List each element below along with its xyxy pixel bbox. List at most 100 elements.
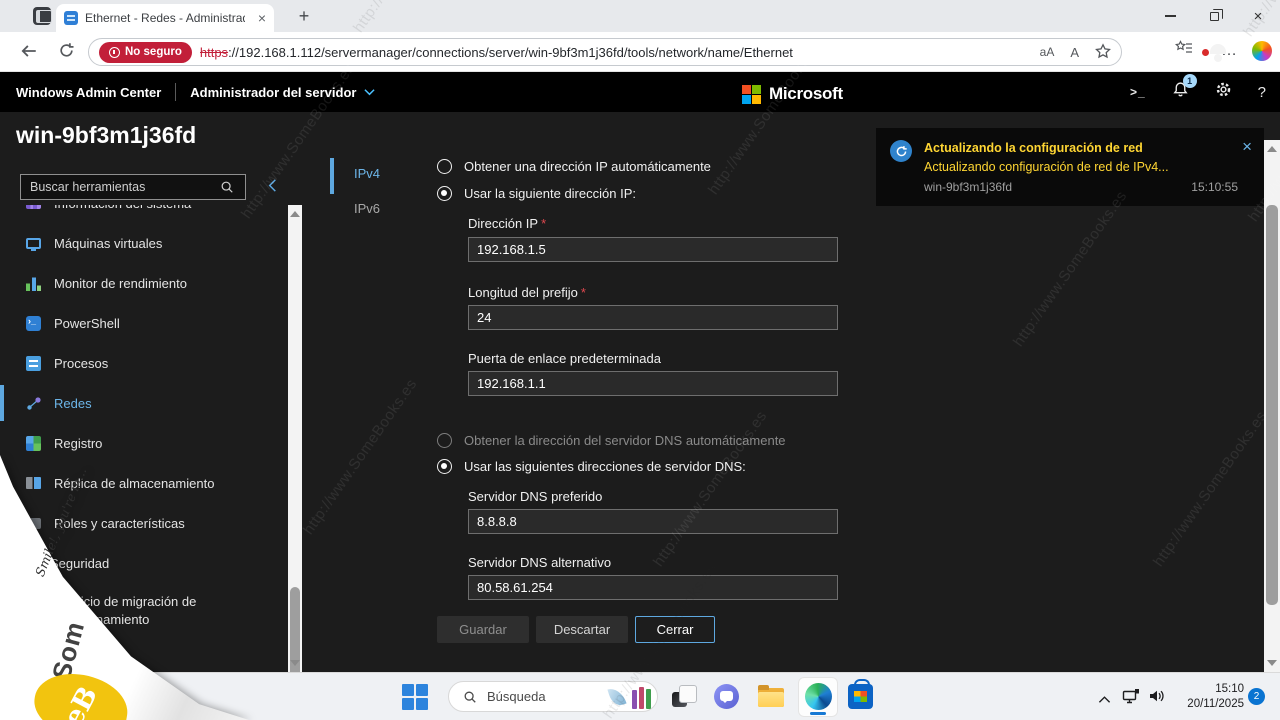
favorites-bar-icon[interactable] [1174, 40, 1193, 61]
content-scrollbar[interactable] [1264, 140, 1280, 672]
system-info-icon [26, 205, 41, 209]
help-icon[interactable]: ? [1258, 84, 1266, 101]
sidebar-item-registro[interactable]: Registro [0, 423, 288, 463]
sidebar-item-powershell[interactable]: PowerShell [0, 303, 288, 343]
url-text: https://192.168.1.112/servermanager/conn… [200, 45, 793, 60]
tab-ipv6[interactable]: IPv6 [354, 201, 380, 216]
sidebar-item-label: Seguridad [50, 555, 110, 571]
tab-close-icon[interactable]: × [258, 11, 266, 25]
url-rest: ://192.168.1.112/servermanager/connectio… [228, 44, 793, 60]
security-shield-icon [26, 556, 37, 570]
server-hostname: win-9bf3m1j36fd [16, 122, 197, 148]
back-button[interactable] [20, 42, 38, 65]
sidebar-item-roles-y-caracteristicas[interactable]: Roles y características [0, 503, 288, 543]
radio-dns-manual[interactable]: Usar las siguientes direcciones de servi… [437, 459, 746, 474]
wac-brand[interactable]: Windows Admin Center [16, 85, 161, 100]
sidebar-scrollbar[interactable] [288, 205, 302, 720]
radio-icon-disabled[interactable] [437, 433, 452, 448]
microsoft-store-button[interactable] [848, 679, 873, 709]
favorite-star-icon[interactable] [1095, 42, 1111, 62]
radio-dns-auto[interactable]: Obtener la dirección del servidor DNS au… [437, 433, 786, 448]
solution-menu[interactable]: Administrador del servidor [190, 84, 376, 100]
minimize-button[interactable] [1148, 0, 1192, 32]
sidebar-item-informacion-del-sistema[interactable]: Información del sistema [0, 205, 288, 223]
sidebar-item-seguridad[interactable]: Seguridad [0, 543, 288, 583]
header-divider [175, 83, 177, 101]
sidebar-item-monitor-de-rendimiento[interactable]: Monitor de rendimiento [0, 263, 288, 303]
save-button[interactable]: Guardar [437, 616, 529, 643]
ip-address-label: Dirección IP * [468, 216, 547, 231]
discard-button[interactable]: Descartar [536, 616, 628, 643]
radio-label: Usar la siguiente dirección IP: [464, 186, 636, 201]
powershell-icon [26, 315, 41, 331]
settings-gear-icon[interactable] [1215, 81, 1232, 103]
sidebar-item-label: Monitor de rendimiento [54, 275, 187, 291]
radio-icon[interactable] [437, 159, 452, 174]
content-scrollbar-thumb[interactable] [1266, 205, 1278, 605]
sidebar-item-redes[interactable]: Redes [0, 383, 288, 423]
browser-tab[interactable]: Ethernet - Redes - Administrador × [56, 4, 274, 32]
close-icon: × [1253, 7, 1263, 25]
powershell-console-icon[interactable]: >_ [1130, 85, 1146, 99]
tab-ipv4[interactable]: IPv4 [354, 166, 380, 181]
sidebar-item-procesos[interactable]: Procesos [0, 343, 288, 383]
translate-icon[interactable]: aA [1040, 45, 1055, 59]
network-tray-icon[interactable] [1122, 688, 1140, 710]
tray-time: 15:10 [1215, 683, 1244, 695]
edge-browser-button[interactable] [798, 677, 838, 717]
restore-button[interactable] [1192, 0, 1236, 32]
omnibox-icons: aA A [1040, 42, 1111, 62]
scroll-up-icon[interactable] [1267, 146, 1277, 152]
gateway-label: Puerta de enlace predeterminada [468, 351, 661, 366]
roles-features-icon [22, 517, 41, 529]
tray-chevron-up-icon[interactable] [1098, 691, 1111, 709]
chat-button[interactable] [714, 684, 739, 709]
solution-label: Administrador del servidor [190, 84, 357, 100]
toast-timestamp: 15:10:55 [1191, 180, 1238, 194]
restore-icon [1209, 8, 1223, 21]
radio-icon-checked[interactable] [437, 459, 452, 474]
file-explorer-button[interactable] [758, 685, 784, 707]
sidebar-item-label: PowerShell [54, 315, 120, 331]
notifications-button[interactable]: 1 [1172, 74, 1197, 103]
radio-label: Obtener una dirección IP automáticamente [464, 159, 711, 174]
selected-indicator [0, 385, 4, 421]
close-panel-button[interactable]: Cerrar [635, 616, 715, 643]
not-secure-badge[interactable]: No seguro [99, 41, 192, 63]
taskbar-clock[interactable]: 15:10 20/11/2025 [1168, 682, 1244, 712]
close-button[interactable]: × [1236, 0, 1280, 32]
performance-monitor-icon [26, 275, 41, 291]
search-highlight-books-icon [632, 685, 651, 709]
sidebar-item-label: Información del sistema [54, 205, 191, 211]
sidebar-item-replica-de-almacenamiento[interactable]: Réplica de almacenamiento [0, 463, 288, 503]
address-bar[interactable]: No seguro https://192.168.1.112/serverma… [88, 38, 1122, 66]
tools-search-input[interactable] [20, 174, 246, 200]
scroll-down-icon[interactable] [290, 660, 300, 666]
copilot-icon[interactable] [1252, 40, 1272, 61]
gateway-input[interactable] [468, 371, 838, 396]
prefix-length-input[interactable] [468, 305, 838, 330]
dns-alternate-input[interactable] [468, 575, 838, 600]
chevron-down-icon [364, 89, 376, 96]
radio-icon-checked[interactable] [437, 186, 452, 201]
volume-tray-icon[interactable] [1148, 688, 1165, 709]
new-tab-button[interactable]: + [292, 4, 316, 28]
taskbar-search[interactable]: Búsqueda [448, 681, 658, 712]
radio-ip-auto[interactable]: Obtener una dirección IP automáticamente [437, 159, 711, 174]
reload-button[interactable] [58, 42, 75, 64]
scroll-down-icon[interactable] [1267, 660, 1277, 666]
notification-count-badge[interactable]: 2 [1248, 688, 1265, 705]
dns-preferred-input[interactable] [468, 509, 838, 534]
ip-address-input[interactable] [468, 237, 838, 262]
read-aloud-icon[interactable]: A [1070, 45, 1079, 60]
task-view-button[interactable] [672, 685, 697, 710]
scroll-up-icon[interactable] [290, 211, 300, 217]
toast-close-icon[interactable]: × [1242, 138, 1252, 155]
sidebar-item-servicio-de-migracion[interactable]: Servicio de migración de almacenamiento [0, 583, 288, 639]
start-button[interactable] [402, 684, 428, 710]
sidebar-collapse-button[interactable] [266, 178, 279, 198]
tab-actions-icon[interactable] [33, 7, 52, 25]
sidebar-item-maquinas-virtuales[interactable]: Máquinas virtuales [0, 223, 288, 263]
radio-ip-manual[interactable]: Usar la siguiente dirección IP: [437, 186, 636, 201]
minimize-icon [1164, 15, 1176, 17]
